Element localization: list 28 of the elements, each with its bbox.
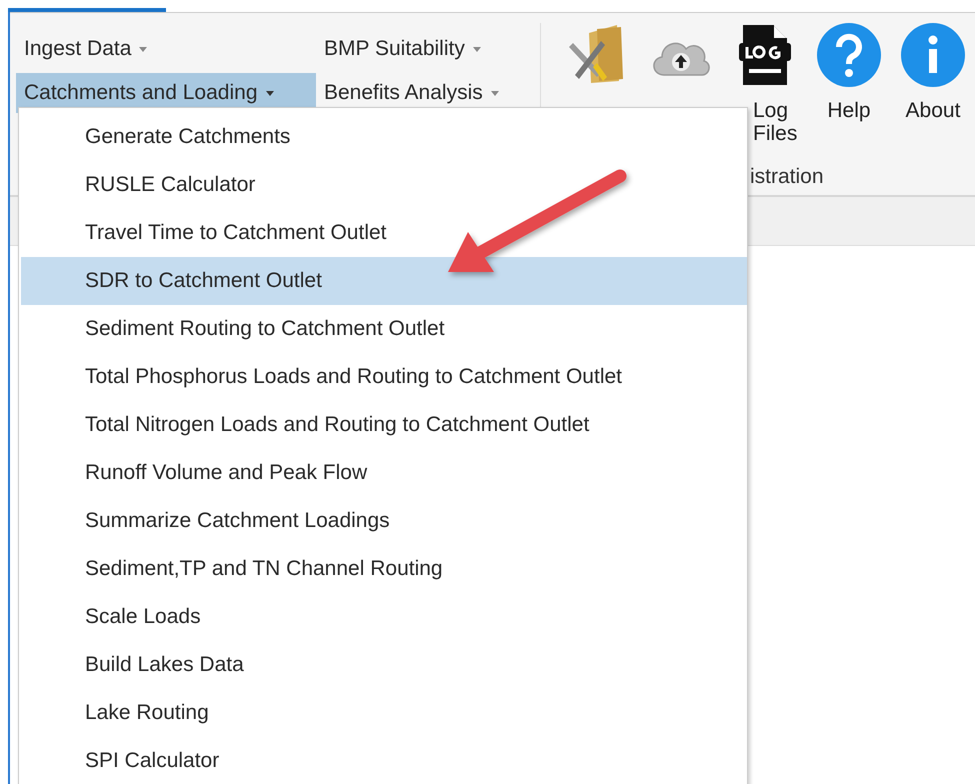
group-label: istration — [750, 165, 824, 189]
menu-item[interactable]: Lake Routing — [21, 689, 747, 737]
menu-item[interactable]: Sediment,TP and TN Channel Routing — [21, 545, 747, 593]
log-file-icon[interactable] — [737, 23, 793, 87]
tool-label[interactable]: About — [906, 99, 960, 122]
tool-label[interactable]: Help — [827, 99, 871, 122]
info-icon[interactable] — [901, 23, 965, 87]
menu-item[interactable]: Total Phosphorus Loads and Routing to Catchment Outlet — [21, 353, 747, 401]
menu-item[interactable]: Generate Catchments — [21, 113, 747, 161]
dropdown-button[interactable]: Ingest Data — [16, 27, 316, 71]
menu-item[interactable]: SPI Calculator — [21, 737, 747, 784]
menu-item[interactable]: SDR to Catchment Outlet — [21, 257, 747, 305]
help-icon[interactable] — [817, 23, 881, 87]
menu-item[interactable]: Build Lakes Data — [21, 641, 747, 689]
menu-item[interactable]: Summarize Catchment Loadings — [21, 497, 747, 545]
menu-item[interactable]: Total Nitrogen Loads and Routing to Catchment Outlet — [21, 401, 747, 449]
caret-icon — [139, 46, 148, 52]
caret-icon — [472, 46, 481, 52]
menu-item[interactable]: Runoff Volume and Peak Flow — [21, 449, 747, 497]
menu-item[interactable]: Sediment Routing to Catchment Outlet — [21, 305, 747, 353]
caret-icon — [266, 90, 274, 96]
caret-icon — [490, 90, 499, 96]
menu-item[interactable]: Travel Time to Catchment Outlet — [21, 209, 747, 257]
tool-label[interactable]: Log Files — [753, 99, 798, 146]
menu-item[interactable]: Scale Loads — [21, 593, 747, 641]
dropdown-button[interactable]: Benefits Analysis — [316, 73, 526, 113]
menu-item[interactable]: RUSLE Calculator — [21, 161, 747, 209]
dropdown-button[interactable]: BMP Suitability — [316, 27, 526, 71]
